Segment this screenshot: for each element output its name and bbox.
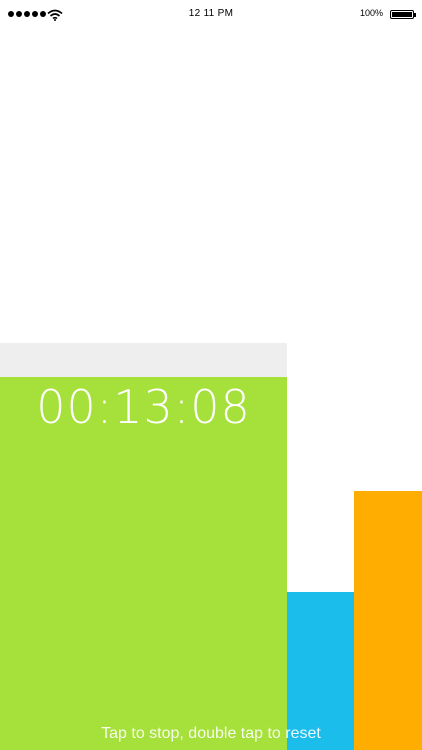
status-bar: 12 11 PM 100% [0,0,422,30]
orange-time-bar[interactable] [354,491,422,750]
status-time: 12 11 PM [188,8,234,19]
tap-hint-text: Tap to stop, double tap to reset [101,725,321,742]
battery-percent: 100% [359,8,383,18]
progress-track [0,343,287,377]
battery-icon [390,10,416,19]
elapsed-time-display[interactable]: 00:13:08 [0,378,287,436]
